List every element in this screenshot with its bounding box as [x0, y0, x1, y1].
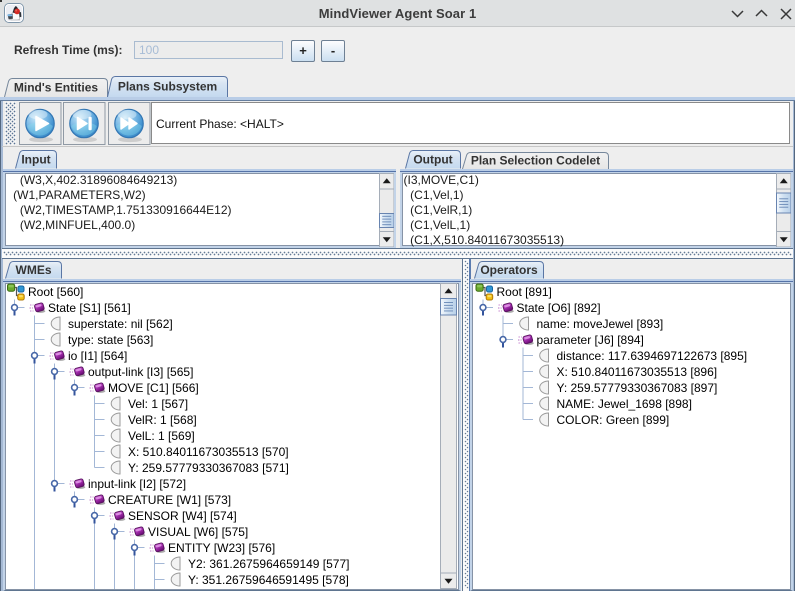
svg-text:X: 510.84011673035513 [570]: X: 510.84011673035513 [570] — [128, 444, 289, 458]
svg-text:Y: 351.26759646591495 [578]: Y: 351.26759646591495 [578] — [188, 572, 349, 586]
svg-text:Vel: 1 [567]: Vel: 1 [567] — [128, 396, 188, 410]
svg-text:io [I1] [564]: io [I1] [564] — [68, 348, 127, 362]
svg-text:Operators: Operators — [480, 263, 538, 277]
svg-text:NAME: Jewel_1698 [898]: NAME: Jewel_1698 [898] — [556, 396, 691, 410]
svg-text:distance: 117.6394697122673 [8: distance: 117.6394697122673 [895] — [556, 348, 747, 362]
svg-text:Root [891]: Root [891] — [496, 284, 551, 298]
svg-text:Y: 259.57779330367083 [571]: Y: 259.57779330367083 [571] — [128, 460, 289, 474]
svg-text:parameter [J6] [894]: parameter [J6] [894] — [536, 332, 643, 346]
svg-text:name: moveJewel [893]: name: moveJewel [893] — [536, 316, 663, 330]
svg-text:ENTITY [W23] [576]: ENTITY [W23] [576] — [168, 540, 275, 554]
svg-text:Root [560]: Root [560] — [28, 284, 83, 298]
svg-text:Input: Input — [21, 152, 50, 166]
svg-text:SENSOR [W4] [574]: SENSOR [W4] [574] — [128, 508, 237, 522]
svg-text:Y: 259.57779330367083 [897]: Y: 259.57779330367083 [897] — [556, 380, 717, 394]
svg-text:Y2: 361.2675964659149 [577]: Y2: 361.2675964659149 [577] — [188, 556, 349, 570]
svg-text:X: 510.84011673035513 [896]: X: 510.84011673035513 [896] — [556, 364, 717, 378]
svg-text:Mind's Entities: Mind's Entities — [14, 80, 99, 94]
svg-text:WMEs: WMEs — [16, 263, 52, 277]
svg-text:VelL: 1 [569]: VelL: 1 [569] — [128, 428, 195, 442]
svg-text:type: state [563]: type: state [563] — [68, 332, 153, 346]
svg-text:State [O6] [892]: State [O6] [892] — [516, 300, 600, 314]
svg-text:output-link [I3] [565]: output-link [I3] [565] — [88, 364, 193, 378]
svg-text:Plan Selection Codelet: Plan Selection Codelet — [471, 153, 600, 167]
svg-text:input-link [I2] [572]: input-link [I2] [572] — [88, 476, 186, 490]
svg-text:VelR: 1 [568]: VelR: 1 [568] — [128, 412, 197, 426]
svg-text:superstate: nil [562]: superstate: nil [562] — [68, 316, 173, 330]
svg-text:COLOR: Green [899]: COLOR: Green [899] — [556, 412, 669, 426]
svg-text:Plans Subsystem: Plans Subsystem — [118, 79, 217, 93]
svg-text:MOVE [C1] [566]: MOVE [C1] [566] — [108, 380, 199, 394]
svg-text:Output: Output — [413, 152, 452, 166]
svg-text:CREATURE [W1] [573]: CREATURE [W1] [573] — [108, 492, 231, 506]
svg-text:State [S1] [561]: State [S1] [561] — [48, 300, 131, 314]
svg-text:VISUAL [W6] [575]: VISUAL [W6] [575] — [148, 524, 248, 538]
